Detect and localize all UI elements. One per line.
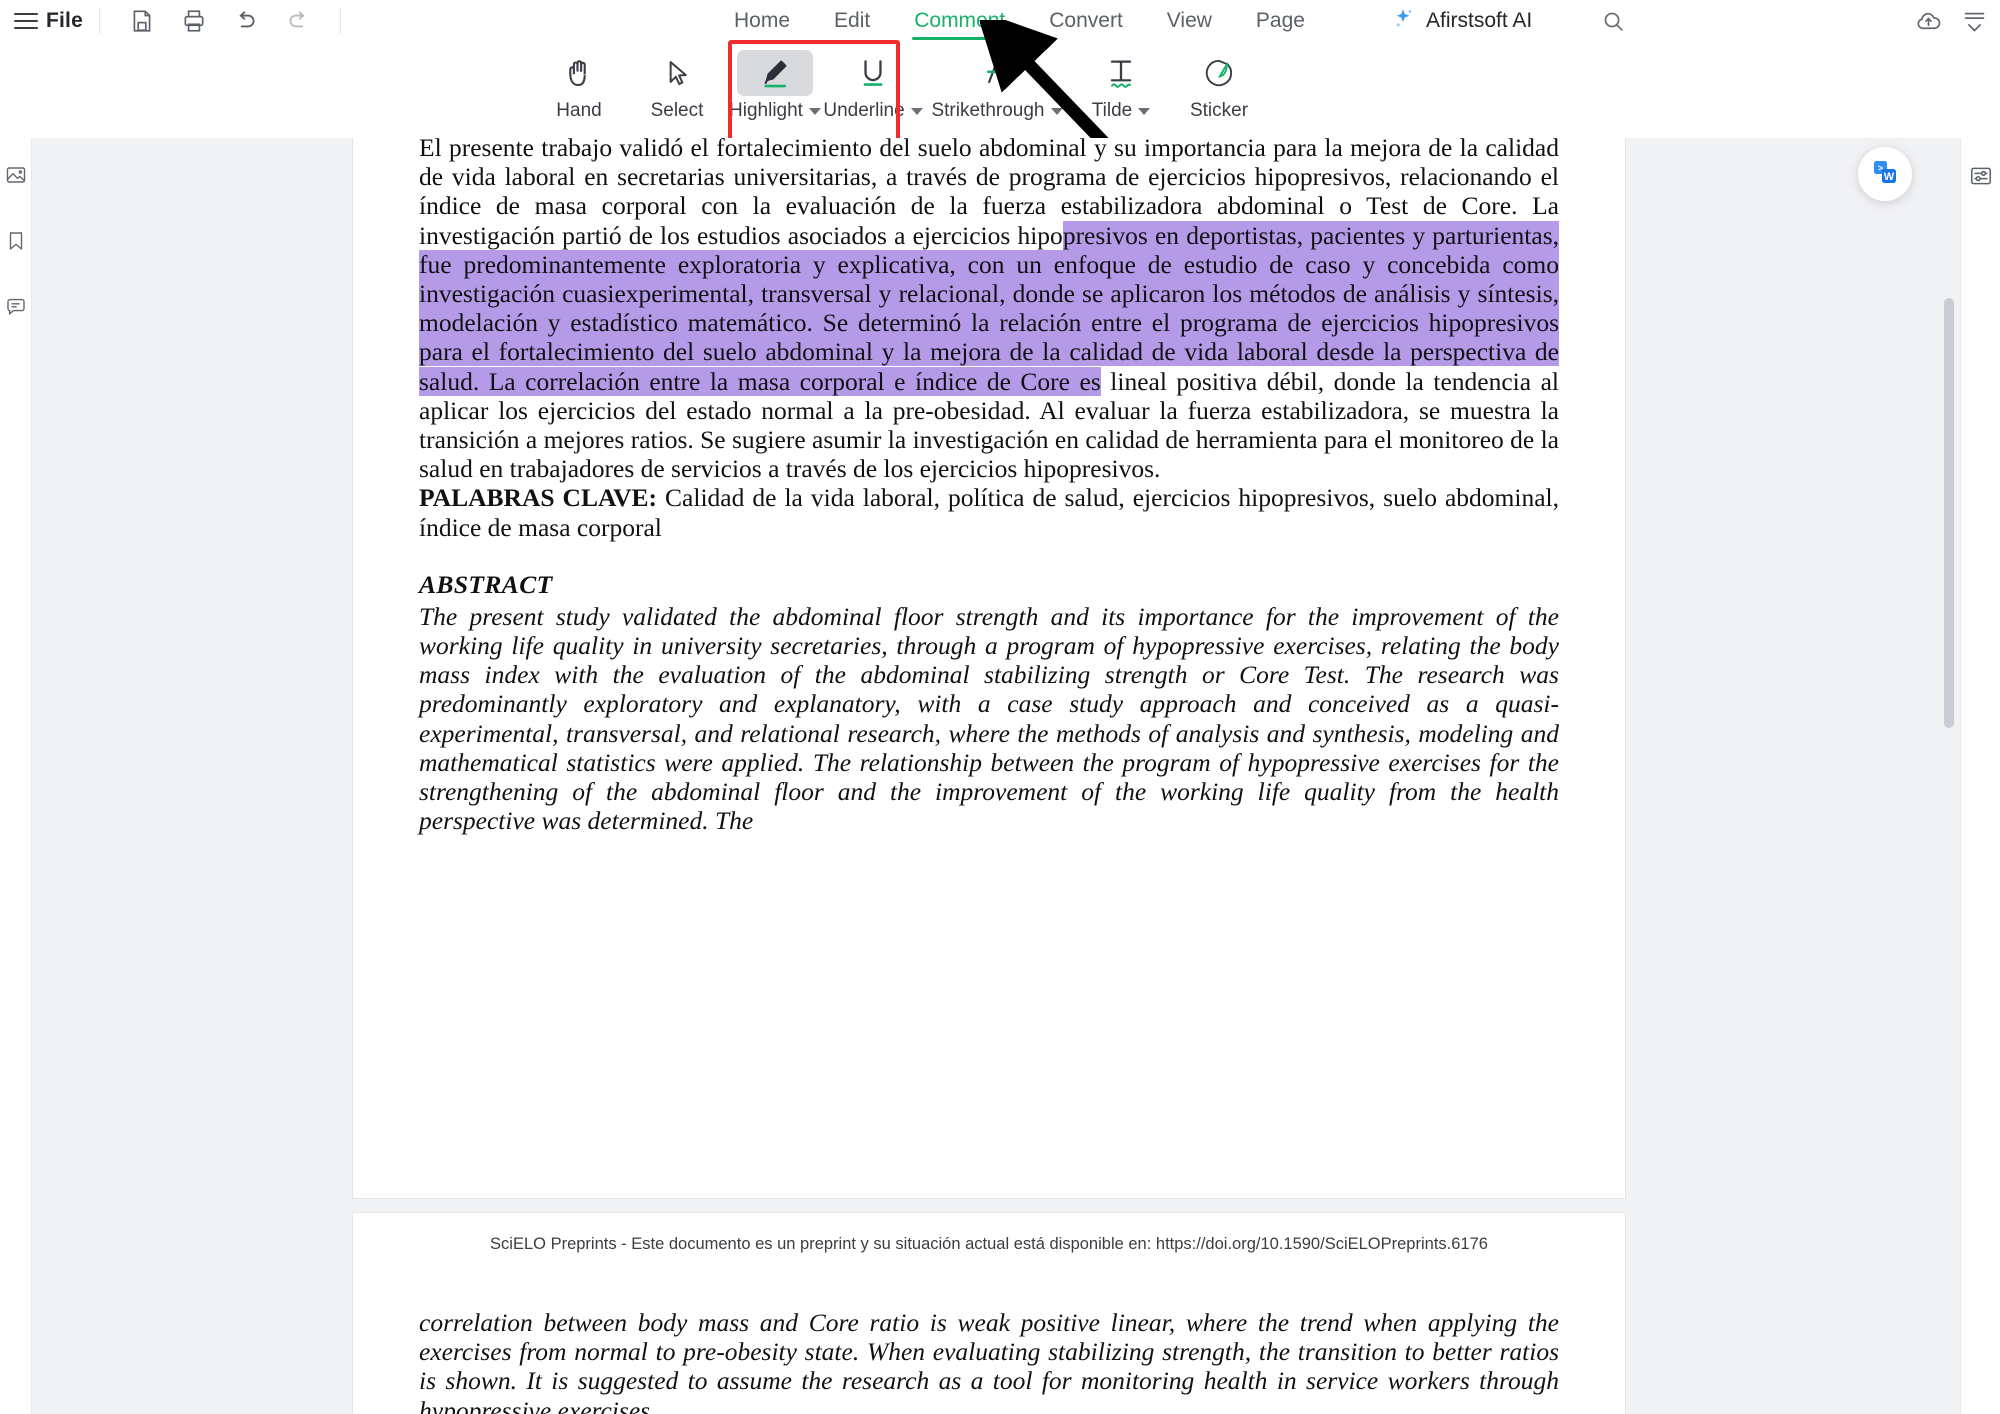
tab-convert[interactable]: Convert (1027, 0, 1145, 42)
save-icon[interactable] (125, 4, 159, 38)
tool-underline-text: Underline (823, 100, 905, 121)
pdf-page-2: SciELO Preprints - Este documento es un … (353, 1213, 1625, 1414)
undo-icon[interactable] (229, 4, 263, 38)
tool-hand[interactable]: Hand (530, 44, 628, 122)
tool-underline-label: Underline (823, 100, 923, 122)
tool-select-label: Select (650, 100, 704, 121)
ai-sparkle-icon (1390, 6, 1416, 37)
sticker-icon (1181, 50, 1257, 96)
chevron-down-icon[interactable] (808, 107, 821, 115)
ai-assistant-label: Afirstsoft AI (1426, 9, 1533, 32)
convert-to-word-icon: > W (1870, 157, 1900, 192)
comments-list-icon[interactable] (3, 294, 29, 320)
properties-panel-icon[interactable] (1967, 162, 1995, 190)
abstract-heading: ABSTRACT (419, 569, 553, 599)
tilde-underline-icon (1083, 50, 1159, 96)
thumbnails-icon[interactable] (3, 162, 29, 188)
cursor-select-icon (639, 50, 715, 96)
main-menu-tabs: Home Edit Comment Convert View Page (712, 0, 1327, 42)
tab-page[interactable]: Page (1234, 0, 1327, 42)
comment-toolbar: Hand Select Highlight Underline Striketh… (0, 42, 2000, 138)
application-window: File Home Edit Comment Convert View Page… (0, 0, 2000, 1414)
collapse-panel-icon[interactable] (1958, 5, 1990, 37)
header-right-icons (1912, 0, 1990, 42)
palabras-clave-label: PALABRAS CLAVE: (419, 483, 658, 513)
redo-icon[interactable] (281, 4, 315, 38)
search-icon[interactable] (1598, 6, 1628, 36)
abstract-continuation-paragraph: correlation between body mass and Core r… (419, 1308, 1559, 1414)
tool-sticker-label: Sticker (1189, 100, 1249, 121)
print-icon[interactable] (177, 4, 211, 38)
tool-tilde-label: Tilde (1091, 100, 1151, 122)
pdf-page-1: El presente trabajo validó el fortalecim… (353, 138, 1625, 1198)
cloud-upload-icon[interactable] (1912, 5, 1944, 37)
scielo-preprint-header: SciELO Preprints - Este documento es un … (490, 1235, 1488, 1253)
file-menu-button[interactable]: File (46, 9, 83, 33)
highlighter-icon (737, 50, 813, 96)
tool-strikethrough[interactable]: Strikethrough (922, 44, 1072, 122)
tool-underline[interactable]: Underline (823, 44, 923, 122)
chevron-down-icon[interactable] (1050, 107, 1063, 115)
abstract-paragraph: The present study validated the abdomina… (419, 601, 1559, 836)
palabras-clave-paragraph: PALABRAS CLAVE: Calidad de la vida labor… (419, 483, 1559, 541)
resumen-paragraph: El presente trabajo validó el fortalecim… (419, 138, 1559, 483)
ai-assistant-entry[interactable]: Afirstsoft AI (1390, 0, 1532, 42)
tool-highlight[interactable]: Highlight (726, 44, 824, 122)
tool-strikethrough-text: Strikethrough (931, 100, 1045, 121)
tool-tilde[interactable]: Tilde (1072, 44, 1170, 122)
tool-select[interactable]: Select (628, 44, 726, 122)
tool-tilde-text: Tilde (1091, 100, 1133, 121)
toolbar-divider-2 (339, 8, 341, 34)
title-bar: File Home Edit Comment Convert View Page… (0, 0, 2000, 42)
main-menu-icon[interactable] (14, 9, 38, 33)
tool-highlight-label: Highlight (729, 100, 821, 122)
svg-text:W: W (1884, 171, 1895, 183)
toolbar-divider-1 (98, 8, 100, 34)
hand-icon (541, 50, 617, 96)
tool-sticker[interactable]: Sticker (1170, 44, 1268, 122)
tab-view[interactable]: View (1145, 0, 1234, 42)
strikethrough-icon (959, 50, 1035, 96)
left-sidebar (0, 138, 32, 1414)
tab-edit[interactable]: Edit (812, 0, 892, 42)
convert-to-word-button[interactable]: > W (1858, 147, 1912, 201)
bookmark-icon[interactable] (3, 228, 29, 254)
vertical-scrollbar-thumb[interactable] (1944, 298, 1954, 728)
document-viewer[interactable]: El presente trabajo validó el fortalecim… (32, 138, 1960, 1414)
tool-strikethrough-label: Strikethrough (931, 100, 1063, 122)
tool-highlight-text: Highlight (729, 100, 803, 121)
right-sidebar (1960, 138, 2000, 1414)
chevron-down-icon[interactable] (910, 107, 923, 115)
chevron-down-icon[interactable] (1138, 107, 1151, 115)
tab-home[interactable]: Home (712, 0, 812, 42)
underline-icon (835, 50, 911, 96)
annotation-tools: Hand Select Highlight Underline Striketh… (530, 44, 1268, 122)
tool-hand-label: Hand (556, 100, 602, 121)
tab-comment[interactable]: Comment (892, 0, 1027, 42)
